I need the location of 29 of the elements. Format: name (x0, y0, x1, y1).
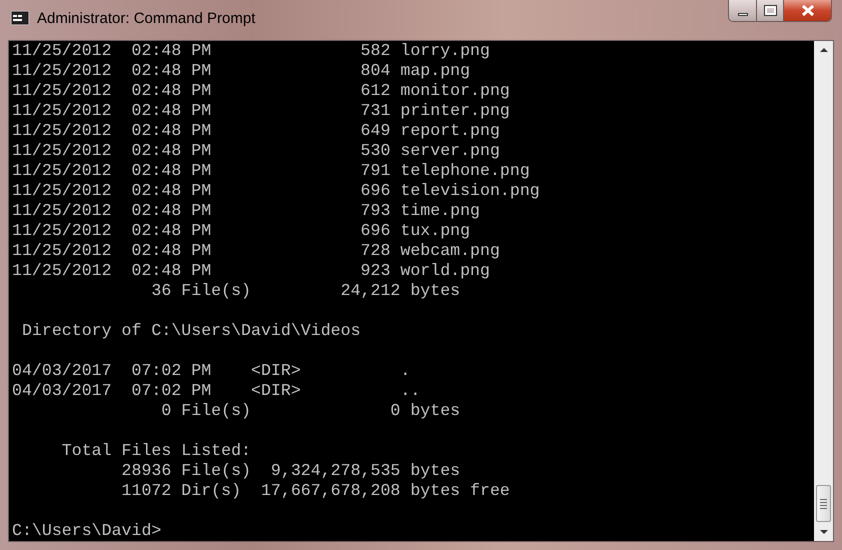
console-line: 11/25/2012 02:48 PM 696 television.png (12, 181, 541, 201)
console-line: 11/25/2012 02:48 PM 923 world.png (12, 261, 491, 281)
scrollbar[interactable] (814, 41, 833, 541)
minimize-button[interactable] (729, 0, 757, 21)
console-line: 11/25/2012 02:48 PM 793 time.png (12, 201, 482, 221)
console-line: Directory of C:\Users\David\Videos (20, 321, 362, 341)
window-title: Administrator: Command Prompt (37, 10, 256, 28)
console-line: 11/25/2012 02:48 PM 731 printer.png (12, 101, 511, 121)
console-line: 11/25/2012 02:48 PM 649 report.png (12, 121, 501, 141)
close-icon (800, 5, 814, 16)
console-line: 04/03/2017 07:02 PM <DIR> .. (12, 381, 422, 401)
console-line: 11/25/2012 02:48 PM 530 server.png (12, 141, 501, 161)
console-line: 11/25/2012 02:48 PM 791 telephone.png (12, 161, 531, 181)
console-line: 28936 File(s) 9,324,278,535 bytes (120, 461, 462, 481)
console-line: 11/25/2012 02:48 PM 696 tux.png (12, 221, 472, 241)
console-line: 11/25/2012 02:48 PM 804 map.png (12, 61, 472, 81)
console-line: 0 File(s) 0 bytes (160, 401, 462, 421)
console-line: 11/25/2012 02:48 PM 612 monitor.png (12, 81, 511, 101)
maximize-button[interactable] (757, 0, 784, 21)
console-line: 11/25/2012 02:48 PM 728 webcam.png (12, 241, 501, 261)
console-line: 11072 Dir(s) 17,667,678,208 bytes free (120, 481, 511, 501)
console-icon (11, 11, 29, 25)
console-line: C:\Users\David> (12, 521, 162, 541)
close-button[interactable] (784, 0, 831, 21)
console-line: 04/03/2017 07:02 PM <DIR> . (12, 361, 412, 381)
console-line: 11/25/2012 02:48 PM 582 lorry.png (12, 41, 491, 61)
scroll-thumb[interactable] (816, 485, 831, 522)
console-line: 36 File(s) 24,212 bytes (150, 281, 462, 301)
console-line: Total Files Listed: (60, 441, 252, 461)
